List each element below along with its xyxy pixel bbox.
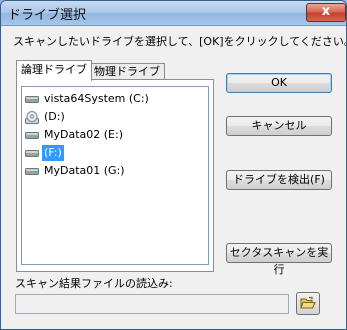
browse-button[interactable] xyxy=(296,292,320,315)
hard-drive-icon xyxy=(25,168,39,175)
cd-drive-icon xyxy=(25,111,39,124)
cancel-button[interactable]: キャンセル xyxy=(226,116,332,136)
drive-select-dialog: ドライブ選択 x スキャンしたいドライブを選択して、[OK]をクリックしてくださ… xyxy=(0,0,347,330)
drive-label: MyData02 (E:) xyxy=(44,128,123,141)
drive-label: (D:) xyxy=(44,110,65,123)
window-title: ドライブ選択 xyxy=(8,8,87,23)
hard-drive-icon xyxy=(25,96,39,103)
drive-label: vista64System (C:) xyxy=(44,92,149,105)
tab-logical-drives[interactable]: 論理ドライブ xyxy=(16,60,92,81)
close-icon: x xyxy=(321,4,331,19)
ok-button[interactable]: OK xyxy=(226,73,332,93)
drive-label: MyData01 (G:) xyxy=(44,164,125,177)
hard-drive-icon xyxy=(25,150,39,157)
drive-label: (F:) xyxy=(42,145,64,161)
tab-panel: vista64System (C:) (D:) MyData02 (E:) (F… xyxy=(16,79,214,272)
scan-result-file-label: スキャン結果ファイルの読込み: xyxy=(15,277,173,290)
open-folder-icon xyxy=(300,296,316,309)
instruction-text: スキャンしたいドライブを選択して、[OK]をクリックしてください。 xyxy=(13,35,347,48)
dialog-body: スキャンしたいドライブを選択して、[OK]をクリックしてください。 論理ドライブ… xyxy=(5,26,346,325)
hard-drive-icon xyxy=(25,132,39,139)
scan-result-file-field[interactable] xyxy=(15,294,289,314)
title-bar[interactable]: ドライブ選択 x xyxy=(1,1,346,26)
sector-scan-button[interactable]: セクタスキャンを実行 xyxy=(226,243,332,276)
detect-drives-button[interactable]: ドライブを検出(F) xyxy=(226,170,332,190)
close-button[interactable]: x xyxy=(306,3,346,22)
drive-list[interactable]: vista64System (C:) (D:) MyData02 (E:) (F… xyxy=(21,86,209,265)
